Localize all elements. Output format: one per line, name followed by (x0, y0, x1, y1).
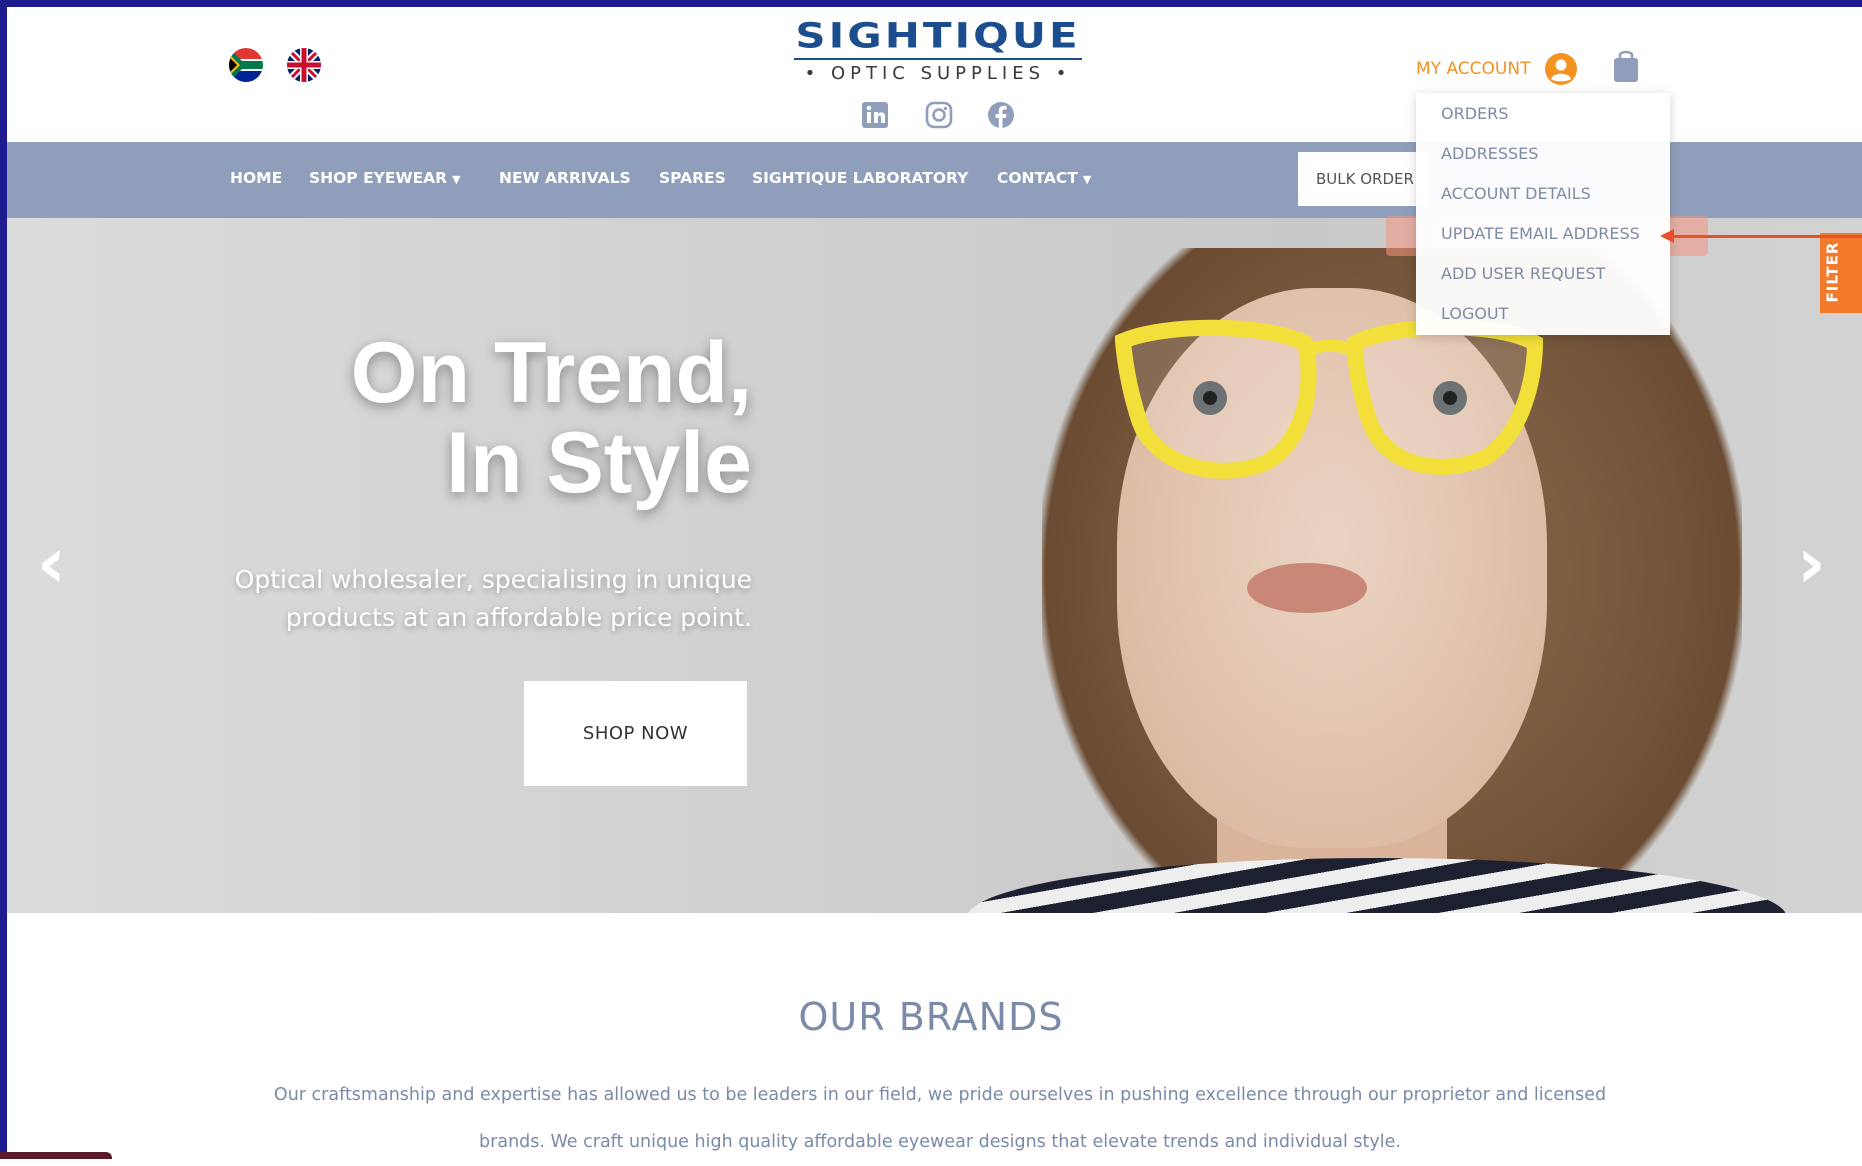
bulk-order-label: BULK ORDER (1316, 170, 1414, 188)
nav-contact-label: CONTACT (997, 169, 1078, 187)
nav-shop-eyewear-label: SHOP EYEWEAR (309, 169, 448, 187)
logo-title: SIGHTIQUE (795, 15, 1081, 56)
linkedin-icon[interactable] (861, 101, 889, 129)
chevron-down-icon: ▼ (452, 173, 461, 186)
my-account-link[interactable]: MY ACCOUNT (1416, 52, 1578, 86)
hero-subtext: Optical wholesaler, specialising in uniq… (112, 561, 752, 637)
site-logo[interactable]: SIGHTIQUE • OPTIC SUPPLIES • (790, 14, 1086, 84)
hero-image-lips (1247, 563, 1367, 613)
hero-subtext-line2: products at an affordable price point. (285, 603, 752, 632)
bulk-order-input[interactable]: BULK ORDER (1298, 152, 1428, 206)
nav-spares-label: SPARES (659, 169, 726, 187)
hero-heading-line2: In Style (446, 415, 752, 511)
nav-new-arrivals-label: NEW ARRIVALS (499, 169, 631, 187)
menu-item-update-email-address[interactable]: UPDATE EMAIL ADDRESS (1441, 224, 1640, 243)
brands-description: Our craftsmanship and expertise has allo… (200, 1072, 1680, 1166)
nav-spares[interactable]: SPARES (659, 169, 726, 187)
annotation-arrow-head (1660, 229, 1674, 243)
user-circle-icon (1545, 53, 1578, 85)
nav-shop-eyewear[interactable]: SHOP EYEWEAR ▼ (309, 169, 461, 187)
menu-item-logout[interactable]: LOGOUT (1441, 304, 1508, 323)
brands-description-line1: Our craftsmanship and expertise has allo… (273, 1085, 1607, 1105)
chevron-down-icon: ▼ (1082, 173, 1092, 186)
brands-heading: OUR BRANDS (798, 995, 1064, 1039)
facebook-icon[interactable] (987, 101, 1015, 129)
menu-item-orders[interactable]: ORDERS (1441, 104, 1508, 123)
my-account-label: MY ACCOUNT (1416, 59, 1531, 79)
shop-now-button[interactable]: SHOP NOW (524, 681, 747, 786)
account-dropdown-menu: ORDERS ADDRESSES ACCOUNT DETAILS UPDATE … (1416, 93, 1670, 335)
shopping-bag-icon[interactable] (1612, 48, 1640, 84)
instagram-icon[interactable] (925, 101, 953, 129)
hero-image-glasses (1115, 319, 1544, 479)
nav-sightique-laboratory-label: SIGHTIQUE LABORATORY (752, 169, 969, 187)
filter-tab-label: FILTER (1823, 241, 1842, 303)
logo-subtitle: • OPTIC SUPPLIES • (804, 63, 1072, 84)
hero-subtext-line1: Optical wholesaler, specialising in uniq… (234, 565, 752, 594)
nav-sightique-laboratory[interactable]: SIGHTIQUE LABORATORY (752, 169, 968, 187)
menu-item-account-details[interactable]: ACCOUNT DETAILS (1441, 184, 1591, 203)
carousel-prev-icon[interactable]: ‹ (37, 528, 66, 598)
nav-home-label: HOME (230, 169, 283, 187)
south-africa-flag-icon[interactable] (229, 48, 263, 82)
hero-heading-line1: On Trend, (350, 325, 752, 421)
window-top-border (0, 0, 1862, 7)
window-left-border (0, 0, 7, 1159)
annotation-arrow-line (1672, 235, 1862, 238)
uk-flag-icon[interactable] (287, 48, 321, 82)
nav-home[interactable]: HOME (230, 169, 282, 187)
nav-contact[interactable]: CONTACT ▼ (997, 169, 1091, 187)
carousel-next-icon[interactable]: › (1797, 528, 1826, 598)
filter-tab[interactable]: FILTER (1820, 233, 1862, 313)
nav-new-arrivals[interactable]: NEW ARRIVALS (499, 169, 631, 187)
bottom-corner-tab (0, 1152, 112, 1159)
hero-heading: On Trend, In Style (52, 328, 752, 508)
logo-divider (794, 58, 1082, 60)
menu-item-add-user-request[interactable]: ADD USER REQUEST (1441, 264, 1605, 283)
menu-item-addresses[interactable]: ADDRESSES (1441, 144, 1538, 163)
